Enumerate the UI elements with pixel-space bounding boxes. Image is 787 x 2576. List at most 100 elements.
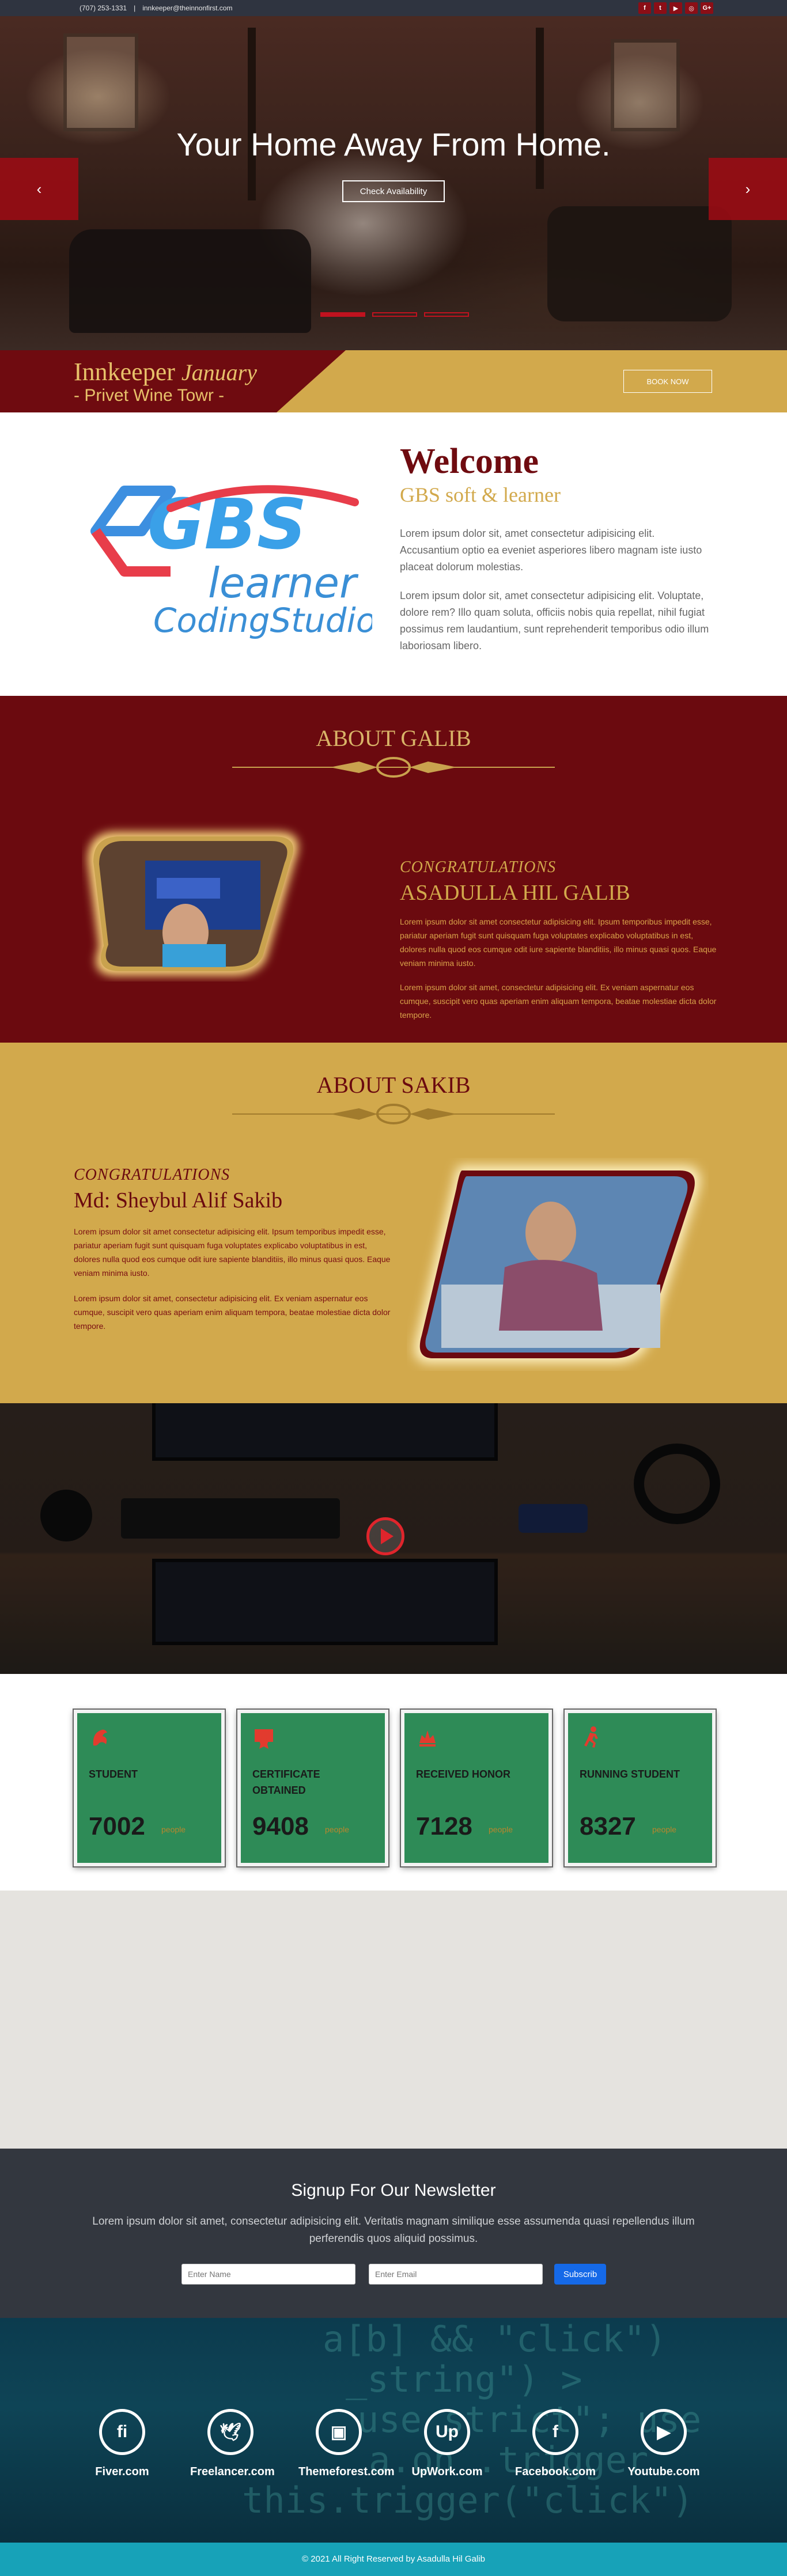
galib-paragraph-2: Lorem ipsum dolor sit amet, consectetur … <box>400 983 717 1020</box>
innkeeper-title: Innkeeper January <box>74 357 257 387</box>
honor-icon <box>419 1730 436 1747</box>
facebook-icon: f <box>532 2409 578 2455</box>
stat-card-running: RUNNING STUDENT 8327 people <box>563 1709 717 1867</box>
sakib-photo <box>415 1166 701 1363</box>
map-embed[interactable] <box>0 1891 787 2149</box>
about-galib-section: ABOUT GALIB CONGRATULATIONS ASADULLA HIL… <box>0 696 787 1043</box>
book-now-button[interactable]: BOOK NOW <box>623 370 712 393</box>
twitter-icon[interactable]: t <box>654 2 667 14</box>
bed-post <box>248 28 256 200</box>
stat-unit: people <box>652 1825 677 1834</box>
welcome-paragraph-2: Lorem ipsum dolor sit, amet consectetur … <box>400 590 709 651</box>
fiverr-link[interactable]: fi Fiver.com <box>82 2409 162 2479</box>
bed-post <box>536 28 544 189</box>
youtube-icon: ▶ <box>641 2409 687 2455</box>
play-icon <box>381 1528 394 1544</box>
stat-value: 7002 <box>89 1812 145 1840</box>
carousel-indicator[interactable] <box>372 312 417 317</box>
welcome-title: Welcome <box>400 442 539 481</box>
youtube-label: Youtube.com <box>627 2465 700 2478</box>
logo-brand-text: GBS <box>147 485 307 565</box>
themeforest-label: Themeforest.com <box>298 2465 395 2478</box>
innkeeper-subtitle: - Privet Wine Towr - <box>74 386 225 405</box>
hero-window-left <box>63 33 138 131</box>
carousel-indicators <box>320 312 469 317</box>
freelancer-icon: 🕊 <box>207 2409 253 2455</box>
upwork-link[interactable]: Up UpWork.com <box>407 2409 487 2479</box>
dragon-icon <box>93 1729 107 1746</box>
carousel-prev-arrow[interactable]: ‹ <box>0 158 78 220</box>
stat-card-certificate: CERTIFICATE OBTAINED 9408 people <box>236 1709 389 1867</box>
logo-learner-text: learner <box>208 559 359 607</box>
galib-photo <box>88 832 298 976</box>
gbs-logo: GBS learner CodingStudio <box>90 485 372 640</box>
freelancer-label: Freelancer.com <box>190 2465 275 2478</box>
video-section <box>0 1403 787 1674</box>
fiverr-label: Fiver.com <box>95 2465 149 2478</box>
hero-sofa-shape <box>69 229 311 333</box>
newsletter-name-input[interactable] <box>181 2264 355 2285</box>
stat-card-honor: RECEIVED HONOR 7128 people <box>400 1709 553 1867</box>
themeforest-link[interactable]: ▣ Themeforest.com <box>298 2409 395 2479</box>
sakib-paragraph-1: Lorem ipsum dolor sit amet consectetur a… <box>74 1227 391 1278</box>
hero-carousel: Your Home Away From Home. Check Availabi… <box>0 16 787 350</box>
newsletter-email-input[interactable] <box>369 2264 543 2285</box>
instagram-icon[interactable]: ◎ <box>685 2 698 14</box>
stat-label: STUDENT <box>89 1768 138 1780</box>
youtube-icon[interactable]: ▶ <box>669 2 682 14</box>
top-social-icons: f t ▶ ◎ G+ <box>638 2 713 14</box>
welcome-paragraph-1: Lorem ipsum dolor sit, amet consectetur … <box>400 528 702 573</box>
facebook-icon[interactable]: f <box>638 2 651 14</box>
email-link[interactable]: innkeeper@theinnonfirst.com <box>142 4 232 12</box>
ornament-divider <box>232 1104 555 1124</box>
themeforest-icon: ▣ <box>316 2409 362 2455</box>
stat-label: RECEIVED HONOR <box>416 1768 511 1780</box>
innkeeper-name: Innkeeper <box>74 358 175 386</box>
background-code-line: this.trigger("click") <box>242 2479 694 2521</box>
stat-label: RUNNING STUDENT <box>580 1768 680 1780</box>
galib-name: ASADULLA HIL GALIB <box>400 881 630 905</box>
upwork-icon: Up <box>424 2409 470 2455</box>
stat-value: 8327 <box>580 1812 636 1840</box>
welcome-subtitle: GBS soft & learner <box>400 483 561 506</box>
hero-heading: Your Home Away From Home. <box>176 126 611 162</box>
check-availability-button[interactable]: Check Availability <box>342 180 445 202</box>
google-plus-icon[interactable]: G+ <box>701 2 713 14</box>
sakib-name: Md: Sheybul Alif Sakib <box>74 1188 283 1213</box>
about-sakib-section: ABOUT SAKIB CONGRATULATIONS Md: Sheybul … <box>0 1043 787 1403</box>
phone-number[interactable]: (707) 253-1331 <box>80 4 127 12</box>
sakib-congrats: CONGRATULATIONS <box>74 1166 230 1184</box>
facebook-link[interactable]: f Facebook.com <box>515 2409 596 2479</box>
contact-info: (707) 253-1331 | innkeeper@theinnonfirst.c… <box>80 4 232 12</box>
carousel-indicator[interactable] <box>424 312 469 317</box>
freelancer-link[interactable]: 🕊 Freelancer.com <box>190 2409 275 2479</box>
stat-unit: people <box>325 1825 350 1834</box>
running-icon <box>584 1726 598 1748</box>
galib-paragraph-1: Lorem ipsum dolor sit amet consectetur a… <box>400 917 717 968</box>
stat-label: CERTIFICATE OBTAINED <box>252 1768 320 1796</box>
ornament-divider <box>232 757 555 778</box>
about-galib-heading: ABOUT GALIB <box>316 725 471 751</box>
carousel-next-arrow[interactable]: › <box>709 158 787 220</box>
youtube-link[interactable]: ▶ Youtube.com <box>623 2409 704 2479</box>
stat-value: 9408 <box>252 1812 309 1840</box>
contact-separator: | <box>134 4 136 12</box>
stat-unit: people <box>161 1825 186 1834</box>
stat-card-student: STUDENT 7002 people <box>73 1709 226 1867</box>
newsletter-title: Signup For Our Newsletter <box>291 2181 496 2200</box>
stats-section: STUDENT 7002 people CERTIFICATE OBTAINED… <box>0 1674 787 1891</box>
carousel-indicator[interactable] <box>320 312 365 317</box>
stat-unit: people <box>489 1825 513 1834</box>
newsletter-section: Signup For Our Newsletter Lorem ipsum do… <box>0 2149 787 2318</box>
background-code-line: a[b] && "click") <box>323 2318 667 2360</box>
copyright-bar: © 2021 All Right Reserved by Asadulla Hi… <box>0 2543 787 2576</box>
social-links-section: a[b] && "click") _string") > use strict"… <box>0 2318 787 2543</box>
welcome-section: GBS learner CodingStudio Welcome GBS sof… <box>0 412 787 696</box>
hero-chair-shape <box>547 206 732 321</box>
subscribe-button[interactable]: Subscrib <box>554 2264 606 2285</box>
top-bar: (707) 253-1331 | innkeeper@theinnonfirst.c… <box>0 0 787 16</box>
play-button[interactable] <box>366 1517 404 1555</box>
booking-strip: Innkeeper January - Privet Wine Towr - B… <box>0 350 787 412</box>
logo-studio-text: CodingStudio <box>153 601 372 640</box>
about-sakib-heading: ABOUT SAKIB <box>316 1072 471 1098</box>
